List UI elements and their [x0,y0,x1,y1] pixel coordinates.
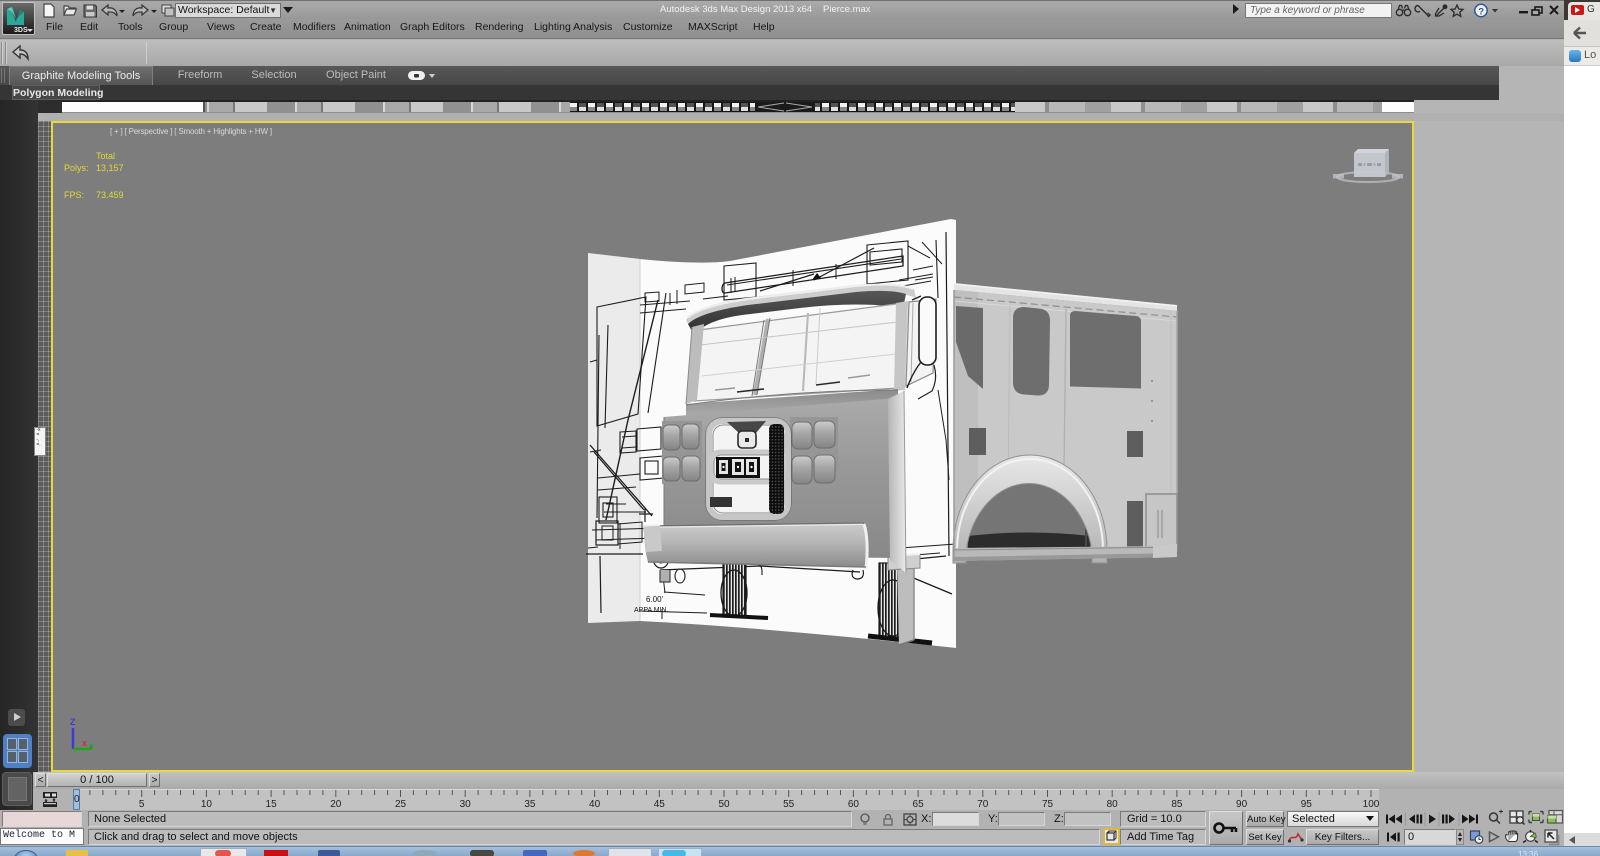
svg-text:15: 15 [266,799,278,810]
svg-text:5: 5 [139,799,145,810]
svg-text:90: 90 [1236,799,1248,810]
svg-text:85: 85 [1171,799,1183,810]
svg-text:100: 100 [1363,799,1380,810]
svg-text:95: 95 [1301,799,1313,810]
svg-text:75: 75 [1042,799,1054,810]
svg-text:80: 80 [1107,799,1119,810]
svg-text:25: 25 [395,799,407,810]
svg-text:10: 10 [201,799,213,810]
svg-text:70: 70 [977,799,989,810]
svg-text:45: 45 [654,799,666,810]
svg-text:35: 35 [524,799,536,810]
svg-text:40: 40 [589,799,601,810]
svg-text:50: 50 [718,799,730,810]
svg-text:6.00': 6.00' [646,595,664,604]
svg-text:x: x [82,738,87,748]
svg-text:20: 20 [330,799,342,810]
svg-text:APPA MIN.: APPA MIN. [634,607,669,614]
svg-text:60: 60 [848,799,860,810]
svg-text:?: ? [1478,6,1484,17]
svg-text:55: 55 [783,799,795,810]
svg-text:Z: Z [70,717,76,727]
svg-text:65: 65 [913,799,925,810]
svg-text:30: 30 [460,799,472,810]
